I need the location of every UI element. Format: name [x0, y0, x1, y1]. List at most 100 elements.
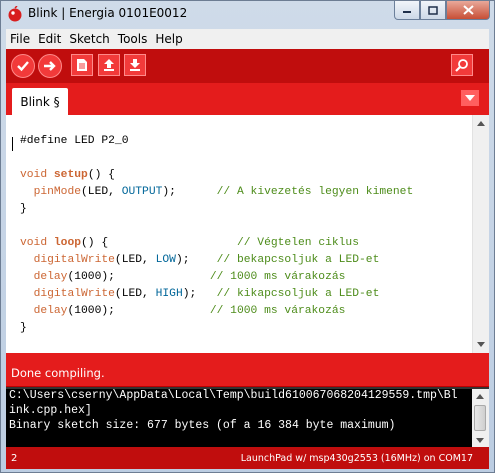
chevron-down-icon — [465, 95, 475, 101]
save-button[interactable] — [124, 54, 146, 76]
close-button[interactable] — [446, 1, 490, 20]
code-token: LOW — [155, 254, 176, 266]
new-icon — [77, 59, 87, 71]
editor-vertical-scrollbar[interactable] — [472, 115, 489, 353]
tab-strip: Blink § — [6, 83, 489, 115]
code-line: digitalWrite(LED, LOW); // bekapcsoljuk … — [20, 252, 413, 269]
arrow-up-icon — [476, 393, 484, 399]
menu-help[interactable]: Help — [155, 32, 182, 46]
menu-edit[interactable]: Edit — [38, 32, 61, 46]
menu-file[interactable]: File — [10, 32, 30, 46]
code-comment: // kikapcsoljuk a LED-et — [216, 288, 380, 300]
code-token: ); — [175, 254, 217, 266]
code-token: (LED, — [114, 254, 156, 266]
code-line: #define LED P2_0 — [20, 133, 413, 150]
upload-button[interactable] — [38, 54, 62, 78]
code-line: delay(1000); // 1000 ms várakozás — [20, 269, 413, 286]
code-token: } — [20, 322, 27, 334]
code-line: } — [20, 320, 413, 337]
energia-app-icon — [8, 6, 22, 22]
code-comment: // 1000 ms várakozás — [209, 271, 346, 283]
code-line: digitalWrite(LED, HIGH); // kikapcsoljuk… — [20, 286, 413, 303]
code-token: #define LED P2_0 — [20, 135, 129, 147]
serial-monitor-button[interactable] — [451, 54, 473, 76]
title-bar: Blink | Energia 0101E0012 — [1, 1, 494, 28]
code-line: void setup() { — [20, 167, 413, 184]
tab-menu-button[interactable] — [461, 90, 479, 106]
code-line: delay(1000); // 1000 ms várakozás — [20, 303, 413, 320]
code-token: pinMode — [33, 186, 82, 198]
code-token: } — [20, 203, 27, 215]
arrow-down-icon — [477, 341, 485, 347]
text-caret — [12, 137, 13, 151]
code-token: digitalWrite — [33, 288, 115, 300]
toolbar — [6, 49, 489, 83]
open-button[interactable] — [98, 54, 120, 76]
code-token: (1000); — [67, 305, 210, 317]
status-bar: Done compiling. — [6, 353, 489, 387]
console-vertical-scrollbar[interactable] — [472, 389, 489, 447]
verify-button[interactable] — [11, 54, 35, 78]
code-editor[interactable]: #define LED P2_0 void setup() { pinMode(L… — [6, 115, 489, 353]
new-button[interactable] — [71, 54, 93, 76]
scroll-down-arrow[interactable] — [473, 336, 489, 352]
code-token: loop — [53, 237, 82, 249]
serial-monitor-icon — [455, 59, 468, 72]
energia-window: Blink | Energia 0101E0012 File Edit Sket… — [0, 0, 495, 473]
code-token: digitalWrite — [33, 254, 115, 266]
code-line: pinMode(LED, OUTPUT); // A kivezetés leg… — [20, 184, 414, 201]
maximize-button[interactable] — [420, 1, 446, 20]
menu-bar: File Edit Sketch Tools Help — [6, 29, 489, 49]
minimize-icon — [403, 11, 411, 13]
console-scroll-up-arrow[interactable] — [472, 389, 488, 403]
code-token: void — [20, 237, 54, 249]
window-title: Blink | Energia 0101E0012 — [28, 6, 188, 20]
menu-tools[interactable]: Tools — [118, 32, 148, 46]
code-token: ); — [162, 186, 217, 198]
upload-icon — [44, 61, 56, 71]
code-text[interactable]: #define LED P2_0 void setup() { pinMode(L… — [20, 133, 413, 337]
tab-blink[interactable]: Blink § — [12, 88, 68, 115]
code-comment: // bekapcsoljuk a LED-et — [216, 254, 380, 266]
console-scroll-down-arrow[interactable] — [472, 433, 488, 447]
board-info: LaunchPad w/ msp430g2553 (16MHz) on COM1… — [240, 453, 473, 464]
arrow-up-icon — [477, 120, 485, 126]
code-token: setup — [53, 169, 88, 181]
maximize-icon — [428, 5, 438, 15]
code-line: void loop() { // Végtelen ciklus — [20, 235, 413, 252]
window-controls — [394, 1, 490, 20]
code-comment: // A kivezetés legyen kimenet — [216, 186, 414, 198]
code-token: (1000); — [67, 271, 210, 283]
console-line: Binary sketch size: 677 bytes (of a 16 3… — [9, 419, 396, 432]
code-comment: // 1000 ms várakozás — [209, 305, 346, 317]
arrow-down-icon — [476, 437, 484, 443]
code-line: } — [20, 201, 413, 218]
code-token: HIGH — [155, 288, 183, 300]
scroll-up-arrow[interactable] — [473, 115, 489, 131]
line-number: 2 — [11, 453, 18, 464]
console-line: C:\Users\cserny\AppData\Local\Temp\build… — [9, 389, 458, 402]
code-token: void — [20, 169, 54, 181]
code-token: () { — [87, 169, 115, 181]
footer-bar: 2 LaunchPad w/ msp430g2553 (16MHz) on CO… — [6, 447, 489, 469]
code-token: ); — [182, 288, 217, 300]
code-token: OUTPUT — [121, 186, 163, 198]
console-scroll-thumb[interactable] — [474, 405, 486, 431]
code-token: (LED, — [114, 288, 156, 300]
code-token: (LED, — [81, 186, 122, 198]
code-token: () { — [81, 237, 237, 249]
console-output[interactable]: C:\Users\cserny\AppData\Local\Temp\build… — [6, 387, 489, 447]
open-icon — [104, 59, 114, 71]
minimize-button[interactable] — [394, 1, 420, 20]
save-icon — [130, 59, 140, 71]
verify-icon — [17, 61, 29, 72]
menu-sketch[interactable]: Sketch — [69, 32, 109, 46]
code-token: delay — [33, 305, 68, 317]
